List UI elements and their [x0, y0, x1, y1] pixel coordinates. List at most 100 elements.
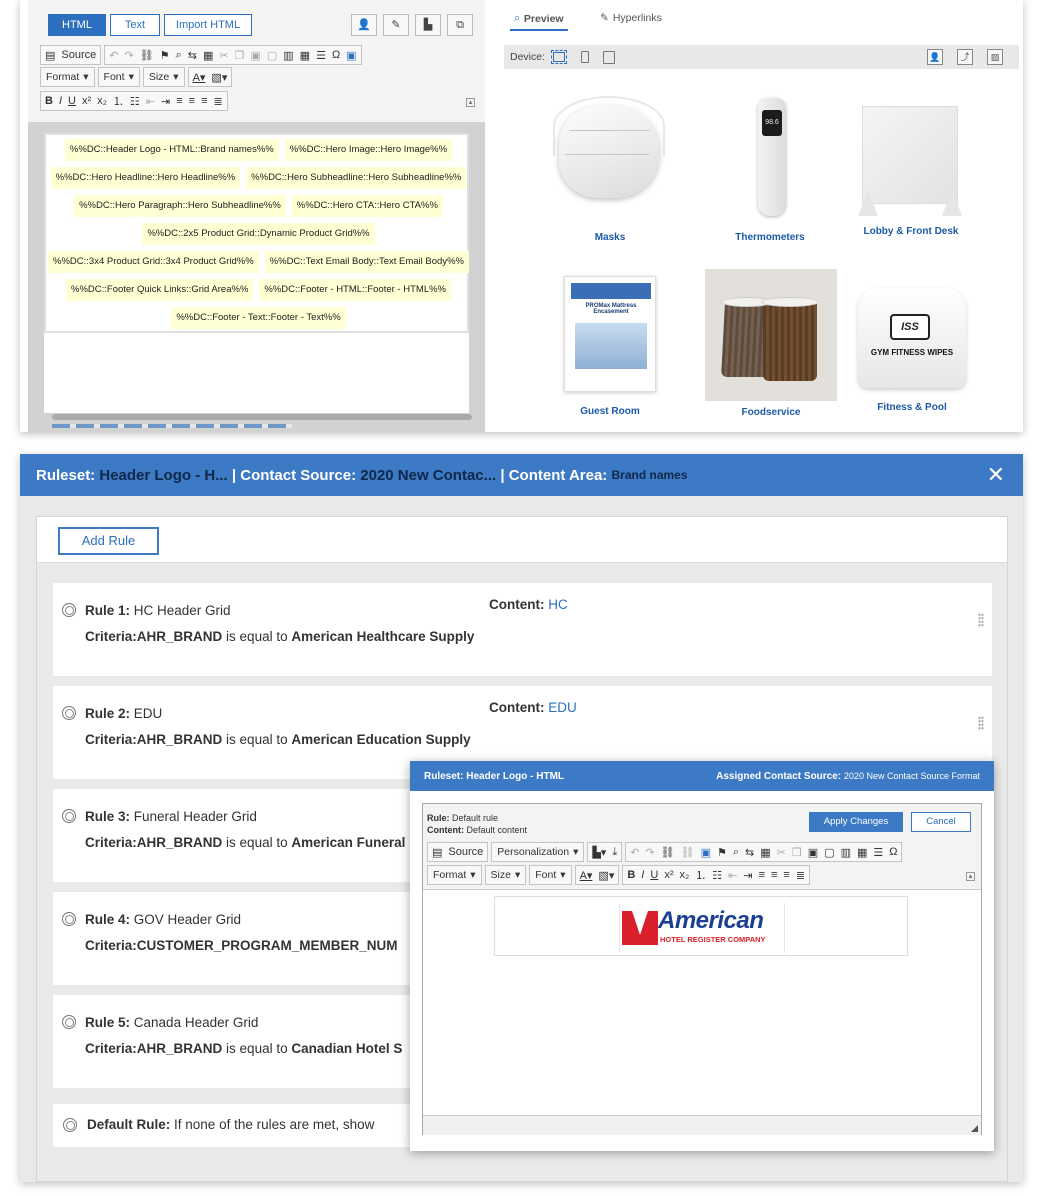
superscript-icon[interactable]: x² [82, 95, 91, 107]
save-icon[interactable]: ▙ [415, 14, 441, 36]
size-dropdown[interactable]: Size ▾ [142, 67, 185, 87]
paste-text-icon[interactable]: ▢ [267, 49, 277, 62]
superscript-icon[interactable]: x² [664, 869, 673, 881]
code-editor-empty-area[interactable] [44, 333, 469, 413]
horizontal-rule-icon[interactable]: ☰ [873, 846, 883, 859]
indent-icon[interactable]: ⇥ [161, 95, 170, 108]
spellcheck-icon[interactable]: ▦ [760, 846, 770, 859]
align-center-icon[interactable]: ≡ [189, 95, 195, 107]
spellcheck-icon[interactable]: ▦ [203, 49, 213, 62]
edit-icon[interactable]: ✎ [383, 14, 409, 36]
phone-icon[interactable] [581, 51, 590, 63]
text-color-icon[interactable]: A▾ [580, 869, 593, 882]
cut-icon[interactable]: ✂ [219, 49, 228, 62]
product-label[interactable]: Lobby & Front Desk [840, 226, 982, 237]
anchor-flag-icon[interactable]: ⚑ [160, 49, 170, 62]
anchor-flag-icon[interactable]: ⚑ [717, 846, 727, 859]
italic-icon[interactable]: I [641, 869, 644, 881]
bulleted-list-icon[interactable]: ☷ [130, 95, 140, 108]
numbered-list-icon[interactable]: ⒈ [695, 867, 706, 883]
replace-icon[interactable]: ⇆ [745, 846, 754, 859]
product-fitness-pool[interactable]: ISS GYM FITNESS WIPES Fitness & Pool [852, 284, 972, 413]
italic-icon[interactable]: I [59, 95, 62, 107]
redo-icon[interactable]: ↷ [645, 846, 654, 859]
product-label[interactable]: Fitness & Pool [852, 402, 972, 413]
product-label[interactable]: Guest Room [562, 406, 658, 417]
product-label[interactable]: Thermometers [710, 232, 830, 243]
tab-import-html[interactable]: Import HTML [164, 14, 252, 36]
dynamic-content-token[interactable]: %%DC::Footer - HTML::Footer - HTML%% [259, 279, 451, 301]
resize-handle-icon[interactable] [971, 1125, 978, 1132]
underline-icon[interactable]: U [68, 95, 76, 107]
bold-icon[interactable]: B [45, 95, 53, 107]
dynamic-content-token[interactable]: %%DC::Hero Image::Hero Image%% [284, 139, 453, 161]
tab-text[interactable]: Text [110, 14, 160, 36]
copy-icon[interactable]: ❐ [235, 49, 245, 62]
product-lobby-front-desk[interactable]: Lobby & Front Desk [840, 106, 982, 237]
image-toggle-icon[interactable]: ▨ [987, 49, 1003, 65]
brand-logo[interactable]: American HOTEL REGISTER COMPANY [619, 903, 785, 953]
undo-icon[interactable]: ↶ [109, 49, 118, 62]
text-color-icon[interactable]: A▾ [193, 71, 206, 84]
align-left-icon[interactable]: ≡ [759, 869, 765, 881]
download-icon[interactable]: ⤓ [612, 846, 617, 859]
rule-card[interactable]: Rule 1: HC Header Grid Criteria:AHR_BRAN… [53, 583, 992, 676]
cut-icon[interactable]: ✂ [777, 846, 786, 859]
paste-icon[interactable]: ▣ [808, 846, 818, 859]
cancel-button[interactable]: Cancel [911, 812, 971, 832]
subscript-icon[interactable]: x₂ [97, 95, 107, 107]
dynamic-content-token[interactable]: %%DC::Footer Quick Links::Grid Area%% [66, 279, 254, 301]
subscript-icon[interactable]: x₂ [679, 869, 689, 881]
code-editor[interactable]: %%DC::Header Logo - HTML::Brand names%%%… [44, 133, 469, 333]
tab-hyperlinks[interactable]: ✎ Hyperlinks [600, 12, 662, 24]
product-label[interactable]: Foodservice [704, 407, 838, 418]
font-dropdown[interactable]: Font ▾ [529, 865, 572, 885]
numbered-list-icon[interactable]: ⒈ [113, 93, 124, 109]
special-char-icon[interactable]: Ω [332, 49, 340, 61]
format-dropdown[interactable]: Format ▾ [427, 865, 482, 885]
dynamic-content-token[interactable]: %%DC::Text Email Body::Text Email Body%% [264, 251, 469, 273]
contact-preview-icon[interactable]: 👤 [927, 49, 943, 65]
product-masks[interactable]: Masks [550, 96, 670, 243]
product-foodservice[interactable]: Foodservice [704, 269, 838, 418]
content-editor-area[interactable]: American HOTEL REGISTER COMPANY [423, 889, 981, 1115]
dynamic-content-token[interactable]: %%DC::Hero CTA::Hero CTA%% [291, 195, 443, 217]
paste-icon[interactable]: ▣ [250, 49, 260, 62]
link-icon[interactable]: ⛓ [140, 49, 154, 62]
unlink-icon[interactable]: ⛓ [681, 846, 695, 859]
special-char-icon[interactable]: Ω [889, 846, 897, 858]
collapse-toolbar-icon[interactable]: ▴ [966, 872, 975, 881]
tablet-icon[interactable] [603, 50, 616, 64]
paste-text-icon[interactable]: ▢ [824, 846, 834, 859]
font-dropdown[interactable]: Font ▾ [97, 67, 140, 87]
add-rule-button[interactable]: Add Rule [58, 527, 159, 555]
align-right-icon[interactable]: ≡ [783, 869, 789, 881]
rule-content-link[interactable]: HC [548, 597, 568, 612]
align-right-icon[interactable]: ≡ [201, 95, 207, 107]
dynamic-content-token[interactable]: %%DC::Hero Headline::Hero Headline%% [50, 167, 241, 189]
product-label[interactable]: Masks [550, 232, 670, 243]
image-icon[interactable]: ▣ [701, 846, 711, 859]
redo-icon[interactable]: ↷ [124, 49, 133, 62]
dynamic-content-token[interactable]: %%DC::Footer - Text::Footer - Text%% [171, 307, 346, 329]
product-guest-room[interactable]: PROMax Mattress Encasement Guest Room [562, 276, 658, 417]
justify-icon[interactable]: ≣ [796, 869, 805, 882]
bold-icon[interactable]: B [627, 869, 635, 881]
desktop-icon[interactable] [551, 50, 568, 64]
align-left-icon[interactable]: ≡ [176, 95, 182, 107]
dynamic-content-token[interactable]: %%DC::3x4 Product Grid::3x4 Product Grid… [48, 251, 259, 273]
outdent-icon[interactable]: ⇤ [146, 95, 155, 108]
tab-html[interactable]: HTML [48, 14, 106, 36]
replace-icon[interactable]: ⇆ [188, 49, 197, 62]
personalization-dropdown[interactable]: Personalization ▾ [491, 842, 585, 862]
background-color-icon[interactable]: ▧▾ [211, 71, 227, 84]
indent-icon[interactable]: ⇥ [743, 869, 752, 882]
table-icon[interactable]: ▦ [857, 846, 867, 859]
bulleted-list-icon[interactable]: ☷ [712, 869, 722, 882]
horizontal-rule-icon[interactable]: ☰ [316, 49, 326, 62]
logo-table[interactable]: American HOTEL REGISTER COMPANY [494, 896, 908, 956]
source-button[interactable]: ▤ Source [427, 842, 489, 862]
apply-changes-button[interactable]: Apply Changes [809, 812, 903, 832]
link-icon[interactable]: ⛓ [661, 846, 675, 859]
find-icon[interactable]: ⌕ [733, 846, 739, 859]
